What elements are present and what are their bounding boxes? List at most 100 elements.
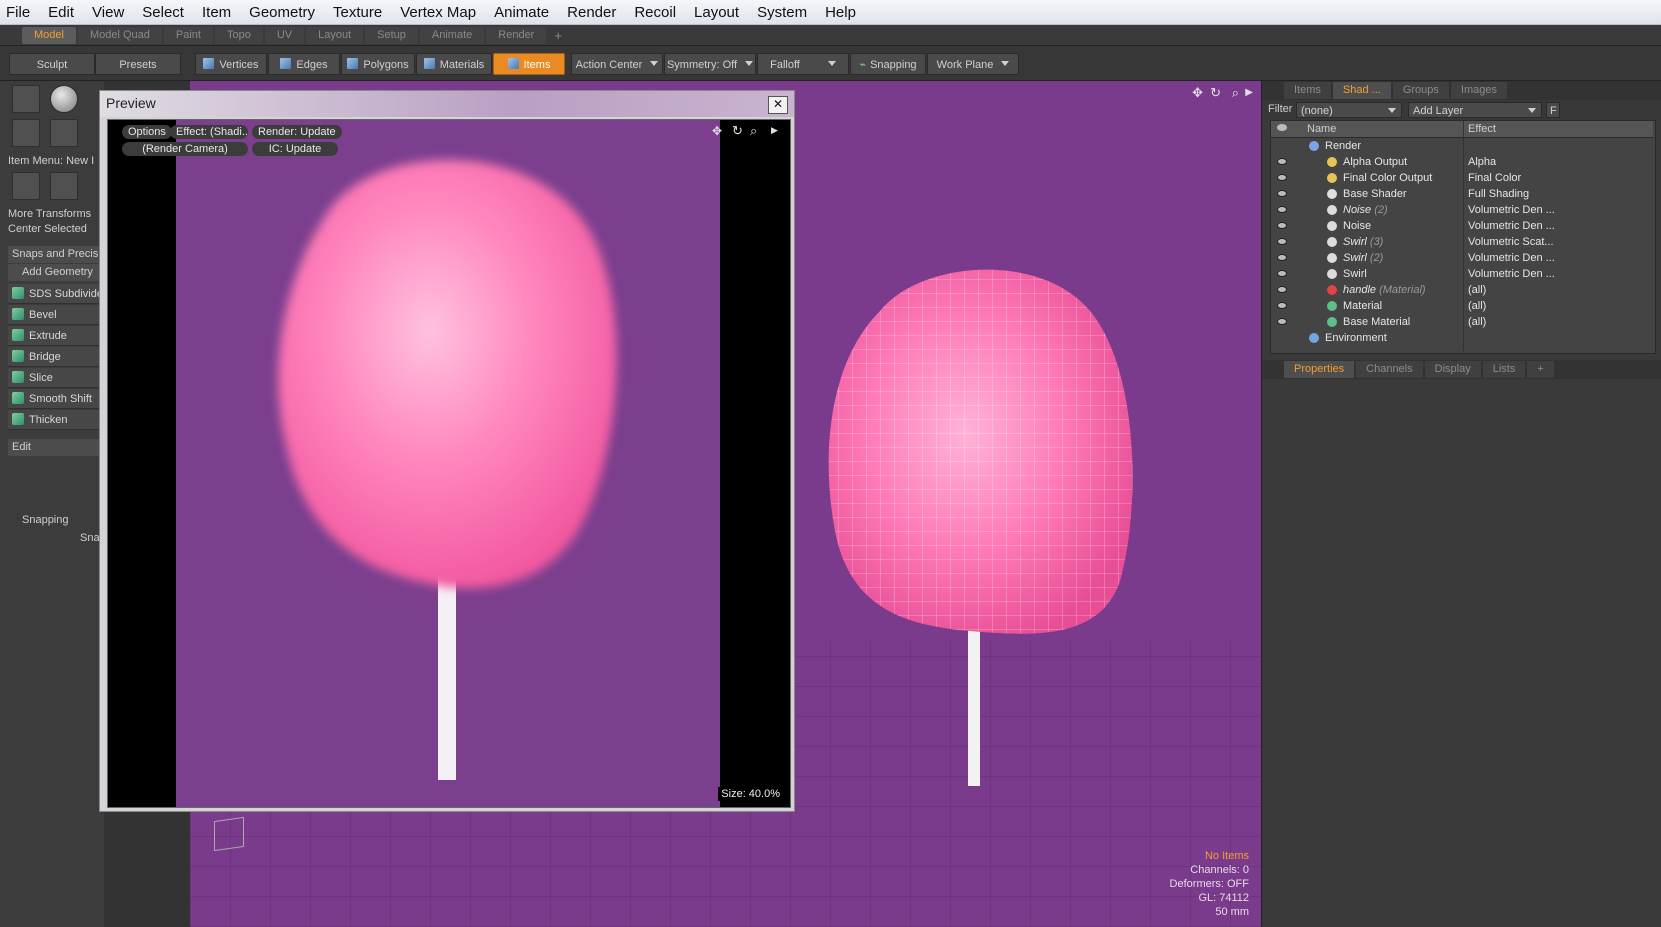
options-button[interactable]: Options (122, 125, 172, 139)
item-menu-label[interactable]: Item Menu: New I (8, 155, 104, 167)
pan-icon[interactable]: ✥ (1192, 85, 1203, 101)
visibility-eye-icon[interactable] (1277, 254, 1287, 261)
filter-dropdown[interactable]: (none) (1296, 102, 1402, 118)
work-plane-dropdown[interactable]: Work Plane (927, 53, 1019, 75)
tool-smooth-shift-button[interactable]: Smooth Shift (8, 389, 104, 409)
edges-button[interactable]: Edges (268, 53, 340, 75)
shader-tree-row[interactable]: Environment (1271, 330, 1653, 346)
mode-tab-setup[interactable]: Setup (365, 26, 418, 44)
preview-title-bar[interactable]: Preview ✕ (100, 91, 794, 117)
mode-tab-layout[interactable]: Layout (306, 26, 364, 44)
add-tab-button[interactable]: + (548, 28, 568, 43)
tool-thicken-button[interactable]: Thicken (8, 410, 104, 430)
visibility-eye-icon[interactable] (1277, 206, 1287, 213)
tool-slice-button[interactable]: Slice (8, 368, 104, 388)
f-button[interactable]: F (1546, 102, 1560, 118)
mode-tab-render[interactable]: Render (486, 26, 547, 44)
tab-groups[interactable]: Groups (1392, 82, 1449, 99)
add-layer-dropdown[interactable]: Add Layer (1408, 102, 1542, 118)
visibility-eye-icon[interactable] (1277, 286, 1287, 293)
more-transforms-label[interactable]: More Transforms (8, 208, 104, 220)
menu-geometry[interactable]: Geometry (240, 0, 324, 25)
visibility-eye-icon[interactable] (1277, 302, 1287, 309)
visibility-eye-icon[interactable] (1277, 222, 1287, 229)
snapping-header[interactable]: Snapping (8, 512, 104, 529)
rotate-icon[interactable]: ↻ (1210, 85, 1221, 101)
add-geometry-header[interactable]: Add Geometry (8, 264, 104, 281)
name-column-header[interactable]: Name (1307, 123, 1336, 135)
tool-sds-subdivide-button[interactable]: SDS Subdivide (8, 284, 104, 304)
sculpt-button[interactable]: Sculpt (9, 53, 95, 75)
snapping-button[interactable]: ⌁ Snapping (850, 53, 926, 75)
visibility-eye-icon[interactable] (1277, 238, 1287, 245)
shader-tree-row[interactable]: Alpha Output Alpha (1271, 154, 1653, 170)
menu-select[interactable]: Select (133, 0, 193, 25)
visibility-eye-icon[interactable] (1277, 190, 1287, 197)
menu-system[interactable]: System (748, 0, 816, 25)
transform-tool-icon[interactable] (50, 172, 78, 200)
action-center-dropdown[interactable]: Action Center (571, 53, 663, 75)
ic-update-button[interactable]: IC: Update (252, 142, 338, 156)
materials-button[interactable]: Materials (416, 53, 492, 75)
spiral-primitive-icon[interactable] (50, 119, 78, 147)
symmetry-dropdown[interactable]: Symmetry: Off (664, 53, 756, 75)
visibility-eye-icon[interactable] (1277, 318, 1287, 325)
menu-item[interactable]: Item (193, 0, 240, 25)
tab-properties[interactable]: Properties (1284, 361, 1355, 378)
tool-extrude-button[interactable]: Extrude (8, 326, 104, 346)
torus-primitive-icon[interactable] (12, 119, 40, 147)
polygons-button[interactable]: Polygons (341, 53, 415, 75)
shader-tree-row[interactable]: Swirl (2) Volumetric Den ... (1271, 250, 1653, 266)
preview-menu-arrow-icon[interactable]: ▶ (771, 125, 778, 136)
tab-display[interactable]: Display (1424, 361, 1481, 378)
move-tool-icon[interactable] (12, 172, 40, 200)
shader-tree-row[interactable]: Base Shader Full Shading (1271, 186, 1653, 202)
tab-lists[interactable]: Lists (1482, 361, 1526, 378)
menu-animate[interactable]: Animate (485, 0, 558, 25)
tab-items[interactable]: Items (1284, 82, 1331, 99)
mode-tab-model-quad[interactable]: Model Quad (77, 26, 162, 44)
rotate-icon[interactable]: ↻ (732, 123, 743, 139)
menu-help[interactable]: Help (816, 0, 865, 25)
items-button[interactable]: Items (493, 53, 565, 75)
mode-tab-animate[interactable]: Animate (419, 26, 485, 44)
mode-tab-model[interactable]: Model (22, 26, 76, 44)
menu-edit[interactable]: Edit (39, 0, 83, 25)
sphere-primitive-icon[interactable] (50, 85, 78, 113)
menu-recoil[interactable]: Recoil (625, 0, 685, 25)
render-camera-dropdown[interactable]: (Render Camera) (122, 142, 248, 156)
effect-column-header[interactable]: Effect (1468, 123, 1496, 135)
effect-dropdown[interactable]: Effect: (Shadi... (170, 125, 248, 139)
shader-tree-row[interactable]: Swirl Volumetric Den ... (1271, 266, 1653, 282)
cube-primitive-icon[interactable] (12, 85, 40, 113)
tab-shad[interactable]: Shad ... (1332, 82, 1391, 99)
shader-tree-row[interactable]: Render (1271, 138, 1653, 154)
zoom-icon[interactable]: ⌕ (1232, 85, 1239, 101)
menu-vertex-map[interactable]: Vertex Map (391, 0, 485, 25)
preview-window[interactable]: Preview ✕ Options Effect: (Shadi... Rend… (99, 90, 795, 812)
shader-tree-row[interactable]: Noise (2) Volumetric Den ... (1271, 202, 1653, 218)
presets-button[interactable]: Presets (95, 53, 181, 75)
shader-tree-row[interactable]: Final Color Output Final Color (1271, 170, 1653, 186)
edit-header[interactable]: Edit (8, 439, 104, 456)
shader-tree-row[interactable]: Base Material (all) (1271, 314, 1653, 330)
menu-file[interactable]: File (0, 0, 39, 25)
tool-bridge-button[interactable]: Bridge (8, 347, 104, 367)
mode-tab-paint[interactable]: Paint (163, 26, 213, 44)
zoom-icon[interactable]: ⌕ (750, 123, 757, 139)
snaps-precision-header[interactable]: Snaps and Precisio (8, 246, 104, 263)
pan-icon[interactable]: ✥ (712, 124, 722, 138)
tab-images[interactable]: Images (1450, 82, 1507, 99)
menu-view[interactable]: View (83, 0, 133, 25)
mode-tab-topo[interactable]: Topo (214, 26, 263, 44)
menu-layout[interactable]: Layout (685, 0, 748, 25)
center-selected-label[interactable]: Center Selected (8, 223, 104, 235)
visibility-eye-icon[interactable] (1277, 158, 1287, 165)
shader-tree-row[interactable]: handle (Material) (all) (1271, 282, 1653, 298)
tool-bevel-button[interactable]: Bevel (8, 305, 104, 325)
mode-tab-uv[interactable]: UV (264, 26, 305, 44)
menu-texture[interactable]: Texture (324, 0, 391, 25)
render-update-button[interactable]: Render: Update (252, 125, 342, 139)
viewport-menu-arrow-icon[interactable]: ▶ (1245, 87, 1253, 98)
shader-tree-row[interactable]: Material (all) (1271, 298, 1653, 314)
